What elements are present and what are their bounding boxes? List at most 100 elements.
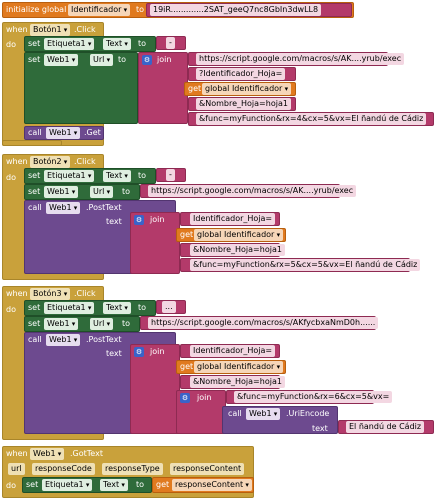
posttext-label-2: .PostText xyxy=(86,335,122,344)
set-label-6: set xyxy=(28,319,41,328)
web1-call-dropdown-3[interactable]: Web1 xyxy=(46,334,81,346)
to-label: to xyxy=(138,39,147,48)
p3-text[interactable]: &func=myFunction&rx=4&cx=5&vx=El ñandú d… xyxy=(196,113,427,125)
text-prop-dropdown-2[interactable]: Text xyxy=(103,170,131,182)
when-label-2: when xyxy=(6,157,28,166)
web1-event-dropdown[interactable]: Web1 xyxy=(30,448,65,460)
call-label: call xyxy=(28,128,42,137)
boton3-dropdown[interactable]: Botón3 xyxy=(30,288,71,300)
p2-text[interactable]: &Nombre_Hoja=hoja1 xyxy=(196,98,291,110)
web1-dropdown-3[interactable]: Web1 xyxy=(44,318,79,330)
set-label-5: set xyxy=(28,303,41,312)
posttext-label: .PostText xyxy=(86,203,122,212)
do-label-3: do xyxy=(6,305,16,314)
etiqueta-dropdown[interactable]: Etiqueta1 xyxy=(44,38,95,50)
p3-text-3[interactable]: &func=myFunction&rx=6&cx=5&vx= xyxy=(234,391,393,403)
click-label-3: .Click xyxy=(74,289,96,298)
url-text-3[interactable]: https://script.google.com/macros/s/AKfyc… xyxy=(148,317,379,329)
etiqueta-dropdown-2[interactable]: Etiqueta1 xyxy=(44,170,95,182)
dots-text[interactable]: ... xyxy=(162,301,176,313)
url-text-2[interactable]: https://script.google.com/macros/s/AK...… xyxy=(148,185,357,197)
click-label: .Click xyxy=(74,25,96,34)
web1-dropdown[interactable]: Web1 xyxy=(44,54,79,66)
boton2-dropdown[interactable]: Botón2 xyxy=(30,156,71,168)
get-label-2: get xyxy=(180,230,194,239)
gear-icon[interactable]: ⚙ xyxy=(142,55,152,65)
p1-text-3[interactable]: Identificador_Hoja= xyxy=(190,345,276,357)
global-id-dropdown[interactable]: global Identificador xyxy=(202,83,292,95)
text-prop-dropdown[interactable]: Text xyxy=(103,38,131,50)
call-label-4: call xyxy=(228,409,242,418)
etiqueta-dropdown-3[interactable]: Etiqueta1 xyxy=(44,302,95,314)
etiqueta-dropdown-4[interactable]: Etiqueta1 xyxy=(42,479,93,491)
p1-text-2[interactable]: Identificador_Hoja= xyxy=(190,213,276,225)
global-name-field[interactable]: Identificador xyxy=(68,4,131,16)
val-text[interactable]: El ñandú de Cádiz xyxy=(346,421,425,433)
url-text[interactable]: https://script.google.com/macros/s/AK...… xyxy=(196,53,405,65)
click-label-2: .Click xyxy=(74,157,96,166)
url-prop-dropdown-2[interactable]: Url xyxy=(90,186,114,198)
gottext-label: .GotText xyxy=(70,449,103,458)
join-block-3[interactable] xyxy=(130,344,180,434)
set-label-4: set xyxy=(28,187,41,196)
inner-join-label: join xyxy=(197,393,212,402)
to-label-2: to xyxy=(118,55,127,64)
to-label-5: to xyxy=(138,303,147,312)
text-prop-dropdown-4[interactable]: Text xyxy=(100,479,128,491)
p1-text[interactable]: ?Identificador_Hoja= xyxy=(196,68,286,80)
event-boton1-bottom xyxy=(2,140,62,146)
boton1-dropdown[interactable]: Botón1 xyxy=(30,24,71,36)
p3-text-2[interactable]: &func=myFunction&rx=5&cx=5&vx=El ñandú d… xyxy=(190,259,421,271)
get-label-4: get xyxy=(156,480,170,489)
uriencode-label: .UriEncode xyxy=(286,409,330,418)
get-method-label: .Get xyxy=(84,128,101,137)
url-prop-dropdown-3[interactable]: Url xyxy=(90,318,114,330)
dash-text[interactable]: - xyxy=(166,37,175,49)
init-text-value[interactable]: 19iR.............2SAT_geeQ7nc8GbIn3dwLL8 xyxy=(150,4,322,16)
join-label-2: join xyxy=(150,215,165,224)
init-label: initialize global xyxy=(6,5,67,14)
p2-text-2[interactable]: &Nombre_Hoja=hoja1 xyxy=(190,244,285,256)
when-label-3: when xyxy=(6,289,28,298)
to-label-7: to xyxy=(136,480,145,489)
set-label: set xyxy=(28,39,41,48)
when-label-4: when xyxy=(6,449,28,458)
gear-icon[interactable]: ⚙ xyxy=(180,393,190,403)
responsecontent-dropdown[interactable]: responseContent xyxy=(172,479,252,491)
join-label-3: join xyxy=(150,347,165,356)
url-prop-dropdown[interactable]: Url xyxy=(90,54,114,66)
param-responsetype[interactable]: responseType xyxy=(102,463,163,475)
text-param-label: text xyxy=(106,217,122,226)
p2-text-3[interactable]: &Nombre_Hoja=hoja1 xyxy=(190,376,285,388)
global-id-dropdown-2[interactable]: global Identificador xyxy=(194,229,284,241)
global-id-dropdown-3[interactable]: global Identificador xyxy=(194,361,284,373)
gear-icon[interactable]: ⚙ xyxy=(134,215,144,225)
join-label: join xyxy=(157,55,172,64)
call-label-3: call xyxy=(28,335,42,344)
web1-dropdown-2[interactable]: Web1 xyxy=(44,186,79,198)
to-label-6: to xyxy=(122,319,131,328)
to-label-3: to xyxy=(138,171,147,180)
set-label-3: set xyxy=(28,171,41,180)
set-label-2: set xyxy=(28,55,41,64)
text-param-label-2: text xyxy=(106,349,122,358)
set-label-7: set xyxy=(26,480,39,489)
param-responsecode[interactable]: responseCode xyxy=(32,463,95,475)
dash-text-2[interactable]: - xyxy=(166,169,175,181)
do-label-2: do xyxy=(6,173,16,182)
gear-icon[interactable]: ⚙ xyxy=(134,347,144,357)
web1-call-dropdown-2[interactable]: Web1 xyxy=(46,202,81,214)
text-param-label-3: text xyxy=(312,424,328,433)
do-label-4: do xyxy=(6,481,16,490)
get-label: get xyxy=(188,84,202,93)
text-prop-dropdown-3[interactable]: Text xyxy=(103,302,131,314)
param-url[interactable]: url xyxy=(8,463,25,475)
call-label-2: call xyxy=(28,203,42,212)
param-responsecontent[interactable]: responseContent xyxy=(170,463,245,475)
init-to-label: to xyxy=(136,5,145,14)
to-label-4: to xyxy=(122,187,131,196)
web1-call-dropdown[interactable]: Web1 xyxy=(46,127,81,139)
when-label: when xyxy=(6,25,28,34)
web1-encode-dropdown[interactable]: Web1 xyxy=(246,408,281,420)
get-label-3: get xyxy=(180,362,194,371)
